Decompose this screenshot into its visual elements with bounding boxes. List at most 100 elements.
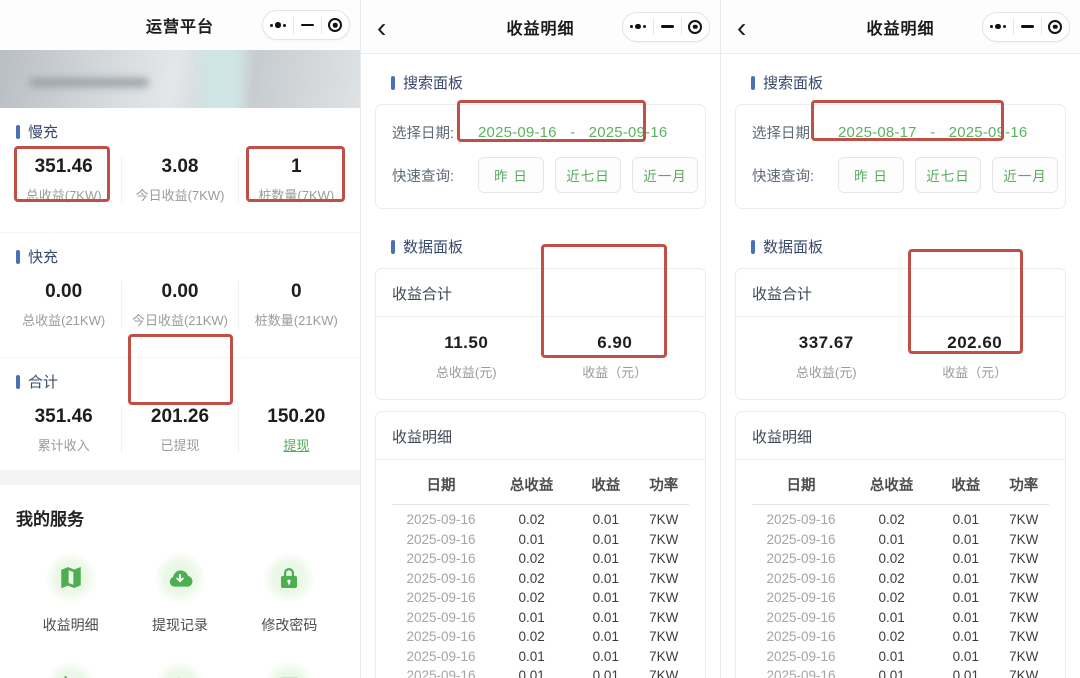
section-gap — [0, 470, 360, 485]
stat-value: 6.90 — [597, 333, 633, 352]
cell-power: 7KW — [1009, 512, 1039, 528]
quick-query-button[interactable]: 昨 日 — [478, 157, 544, 193]
service-item-change-password[interactable]: 修改密码 — [235, 552, 344, 635]
cell-total-revenue: 0.02 — [878, 551, 905, 567]
cell-date: 2025-09-16 — [406, 609, 476, 625]
column-header: 功率 — [649, 478, 679, 494]
section-header: 快充 — [0, 246, 360, 267]
stat-value: 1 — [291, 156, 302, 177]
divider — [376, 459, 705, 460]
back-icon[interactable]: ‹ — [377, 13, 386, 42]
table-row: 2025-09-16 0.01 0.01 7KW — [752, 530, 1049, 550]
cell-power: 7KW — [649, 648, 679, 664]
revenue-table: 日期 总收益 收益 功率 2025-09-16 0.02 0.01 7KW 2025-… — [392, 474, 689, 678]
phone-icon — [44, 661, 97, 678]
cell-power: 7KW — [649, 551, 679, 567]
quick-query-row: 快速查询: 昨 日近七日 近一月 — [392, 157, 698, 193]
cell-date: 2025-09-16 — [406, 668, 476, 678]
table-row: 2025-09-16 0.01 0.01 7KW — [752, 647, 1049, 667]
cell-income: 0.01 — [952, 590, 979, 606]
mini-program-capsule — [262, 10, 350, 40]
section-slow-charge: 慢充 351.46 总收益(7KW) 3.08 今日收益(7KW) 1 桩数量(… — [0, 108, 360, 220]
section-title: 数据面板 — [763, 239, 824, 256]
stat-label: 桩数量(21KW) — [254, 313, 338, 328]
stat-value: 0.00 — [161, 281, 199, 302]
capsule-divider — [680, 18, 682, 35]
table-row: 2025-09-16 0.02 0.01 7KW — [392, 569, 689, 589]
section-bar — [16, 124, 20, 139]
more-dots-icon[interactable] — [989, 23, 1007, 30]
cell-power: 7KW — [649, 531, 679, 547]
service-item-user-agreement[interactable]: 用户协议 — [235, 661, 344, 678]
cell-date: 2025-09-16 — [406, 570, 476, 586]
table-row: 2025-09-16 0.02 0.01 7KW — [392, 588, 689, 608]
table-row: 2025-09-16 0.02 0.01 7KW — [752, 549, 1049, 569]
lock-icon — [263, 552, 316, 604]
capsule-close-icon[interactable] — [1048, 19, 1063, 34]
quick-query-button[interactable]: 近七日 — [915, 157, 981, 193]
date-range-picker[interactable]: 2025-08-17 - 2025-09-16 — [838, 124, 1027, 141]
cell-total-revenue: 0.02 — [518, 590, 545, 606]
search-section-header: 搜索面板 — [735, 72, 1066, 93]
cell-date: 2025-09-16 — [766, 609, 836, 625]
table-row: 2025-09-16 0.02 0.01 7KW — [392, 627, 689, 647]
quick-buttons: 昨 日近七日 近一月 — [838, 157, 1058, 193]
service-item-contact-support[interactable]: 联系客服 — [16, 661, 125, 678]
capsule-close-icon[interactable] — [328, 18, 343, 32]
column-header: 总收益 — [869, 478, 914, 494]
stat-label: 累计收入 — [37, 438, 90, 453]
cell-income: 0.01 — [592, 609, 619, 625]
minimize-icon[interactable] — [1020, 25, 1034, 28]
stat-label: 已提现 — [160, 438, 200, 453]
quick-query-button[interactable]: 近七日 — [555, 157, 621, 193]
stat-total-revenue-21kw: 0.00 总收益(21KW) — [6, 281, 121, 329]
cell-date: 2025-09-16 — [406, 512, 476, 528]
service-item-about-us[interactable]: 关于我们 — [125, 661, 234, 678]
minimize-icon[interactable] — [660, 25, 674, 28]
stat-value: 351.46 — [34, 406, 93, 427]
minimize-icon[interactable] — [300, 23, 314, 27]
quick-query-button[interactable]: 近一月 — [992, 157, 1058, 193]
section-fast-charge: 快充 0.00 总收益(21KW) 0.00 今日收益(21KW) 0 桩数量(… — [0, 232, 360, 345]
capsule-close-icon[interactable] — [688, 19, 703, 34]
cell-income: 0.01 — [952, 609, 979, 625]
table-row: 2025-09-16 0.01 0.01 7KW — [752, 666, 1049, 678]
summary-stats: 337.67 总收益(元) 202.60 收益（元） — [752, 333, 1049, 381]
cell-total-revenue: 0.02 — [518, 551, 545, 567]
cell-date: 2025-09-16 — [406, 590, 476, 606]
withdraw-link[interactable]: 提现 — [239, 435, 354, 454]
section-bar — [751, 75, 755, 90]
service-item-withdraw-record[interactable]: 提现记录 — [125, 552, 234, 635]
column-header: 收益 — [591, 478, 621, 494]
date-row: 选择日期: 2025-08-17 - 2025-09-16 — [752, 122, 1049, 143]
more-dots-icon[interactable] — [269, 22, 287, 28]
cell-power: 7KW — [649, 512, 679, 528]
stat-pile-count-7kw: 1 桩数量(7KW) — [237, 156, 354, 204]
user-icon — [153, 661, 206, 678]
search-card: 选择日期: 2025-08-17 - 2025-09-16 快速查询: 昨 日近… — [735, 104, 1066, 209]
cell-total-revenue: 0.01 — [878, 531, 905, 547]
section-title: 合计 — [28, 374, 59, 391]
section-header: 慢充 — [0, 121, 360, 142]
service-item-revenue-detail[interactable]: 收益明细 — [16, 552, 125, 635]
summary-title: 收益合计 — [752, 286, 813, 303]
cell-total-revenue: 0.01 — [878, 648, 905, 664]
table-row: 2025-09-16 0.01 0.01 7KW — [392, 530, 689, 550]
date-range-picker[interactable]: 2025-09-16 - 2025-09-16 — [478, 124, 667, 141]
date-label: 选择日期: — [752, 126, 815, 142]
cell-date: 2025-09-16 — [766, 531, 836, 547]
stat-withdrawn: 201.26 已提现 — [121, 406, 237, 454]
cell-date: 2025-09-16 — [766, 512, 836, 528]
more-dots-icon[interactable] — [629, 23, 647, 30]
stat-total-revenue: 337.67 总收益(元) — [752, 333, 901, 381]
stat-label: 桩数量(7KW) — [258, 188, 335, 203]
section-title: 慢充 — [28, 124, 59, 141]
cell-total-revenue: 0.02 — [518, 570, 545, 586]
stat-label: 总收益(7KW) — [25, 188, 102, 203]
cell-power: 7KW — [649, 629, 679, 645]
back-icon[interactable]: ‹ — [737, 13, 746, 42]
quick-query-button[interactable]: 近一月 — [632, 157, 698, 193]
quick-query-button[interactable]: 昨 日 — [838, 157, 904, 193]
cell-total-revenue: 0.01 — [878, 609, 905, 625]
section-title: 快充 — [28, 249, 59, 266]
